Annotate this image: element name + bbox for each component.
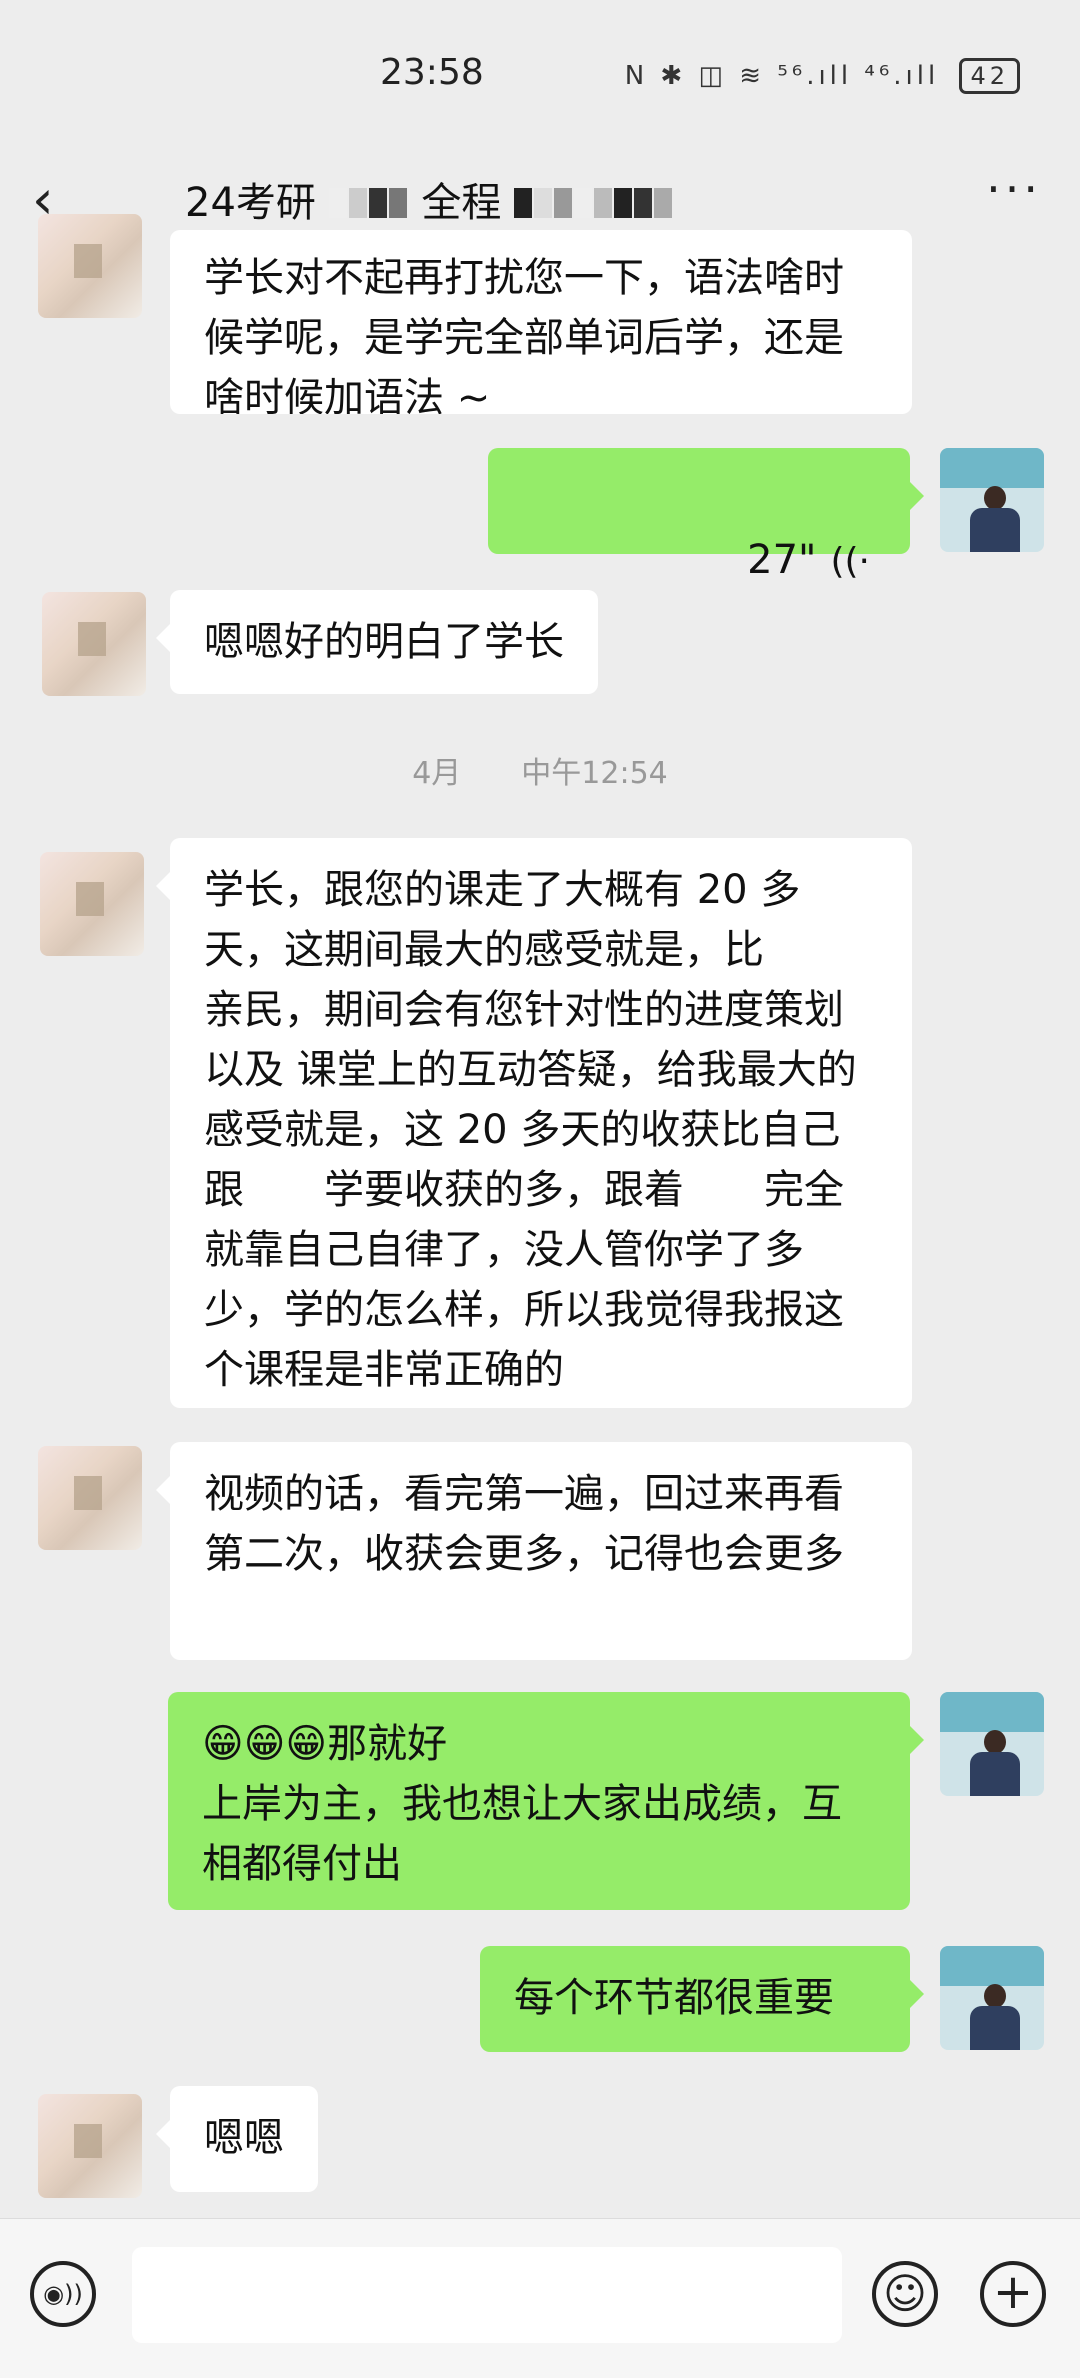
chat-title-part-1: 24考研 [185, 180, 316, 226]
message-bubble-outgoing[interactable]: 每个环节都很重要 [480, 1946, 924, 2052]
plus-icon[interactable]: + [980, 2261, 1046, 2327]
emoji-icon[interactable]: ☺ [872, 2261, 938, 2327]
message-timestamp: 4月 中午12:54 [412, 756, 668, 791]
chat-input-bar: ◉)) ☺ + [0, 2218, 1080, 2378]
voice-input-icon[interactable]: ◉)) [30, 2261, 96, 2327]
message-bubble-incoming[interactable]: 学长对不起再打扰您一下，语法啥时候学呢，是学完全部单词后学，还是啥时候加语法 ~ [170, 230, 912, 414]
redacted-mosaic [328, 182, 409, 228]
contact-avatar[interactable] [40, 852, 144, 956]
message-bubble-incoming[interactable]: 学长，跟您的课走了大概有 20 多天，这期间最大的感受就是，比 亲民，期间会有您… [156, 838, 912, 1408]
chat-title-part-2: 全程 [421, 180, 502, 226]
status-icons: N ✱ ◫ ≋ ⁵⁶.ıll ⁴⁶.ıll 42 [625, 58, 1020, 94]
my-avatar[interactable] [940, 448, 1044, 552]
voice-wave-icon: ((· [830, 541, 870, 582]
contact-avatar[interactable] [38, 2094, 142, 2198]
contact-avatar[interactable] [42, 592, 146, 696]
message-bubble-incoming[interactable]: 嗯嗯 [156, 2086, 318, 2192]
redacted-mosaic [514, 182, 674, 228]
voice-duration: 27" [747, 537, 817, 583]
signal-icons: N ✱ ◫ ≋ ⁵⁶.ıll ⁴⁶.ıll [624, 61, 940, 91]
my-avatar[interactable] [940, 1692, 1044, 1796]
message-bubble-incoming[interactable]: 嗯嗯好的明白了学长 [156, 590, 598, 694]
contact-avatar[interactable] [38, 214, 142, 318]
more-options-icon[interactable]: ··· [986, 162, 1042, 216]
message-bubble-incoming[interactable]: 视频的话，看完第一遍，回过来再看第二次，收获会更多，记得也会更多 [156, 1442, 912, 1660]
contact-avatar[interactable] [38, 1446, 142, 1550]
status-time: 23:58 [380, 52, 484, 93]
chat-title: 24考研 全程 [185, 170, 674, 228]
message-bubble-outgoing[interactable]: 😁😁😁那就好 上岸为主，我也想让大家出成绩，互相都得付出 [168, 1692, 924, 1910]
status-bar: 23:58 N ✱ ◫ ≋ ⁵⁶.ıll ⁴⁶.ıll 42 [0, 0, 1080, 150]
message-input[interactable] [132, 2247, 842, 2343]
battery-icon: 42 [959, 58, 1020, 94]
voice-message-outgoing[interactable]: 27" ((· [488, 448, 924, 583]
my-avatar[interactable] [940, 1946, 1044, 2050]
